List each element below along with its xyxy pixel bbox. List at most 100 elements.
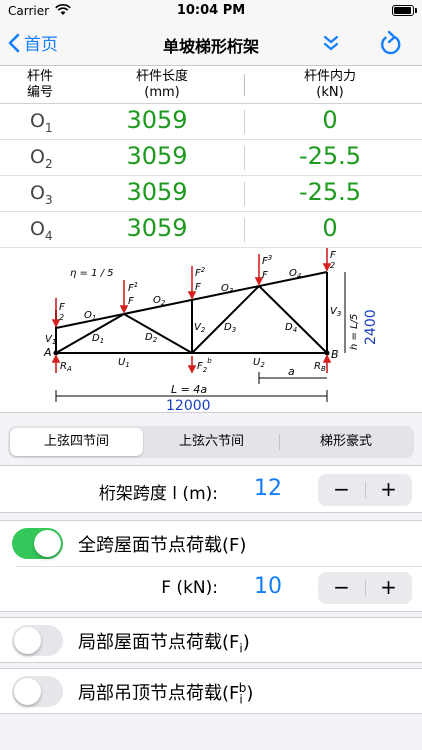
truss-member-d4 [258,285,328,354]
label-text: ) [246,683,254,704]
load-label-f-half-right-den: 2 [330,261,335,270]
load-label-f-half-left-den: 2 [59,313,64,322]
member-label-v3: V3 [330,306,341,318]
header-text: (mm) [144,85,180,100]
page-title: 单坡梯形桁架 [162,37,259,56]
partial-ceiling-load-label: 局部吊顶节点荷载(Fib) [78,679,253,707]
member-label-d3: D3 [224,322,236,334]
refresh-button[interactable] [378,30,404,62]
truss-diagram: η = 1 / 5 O1 O2 O3 O4 D1 D2 D3 D4 V1 V2 … [0,248,422,414]
header-text: (kN) [316,85,344,100]
toggle-knob [14,678,41,705]
full-load-label: 全跨屋面节点荷载(F) [78,535,247,556]
header-text: 杆件 [26,69,53,84]
truss-member-d3 [191,285,260,354]
member-force: 0 [322,106,338,134]
height-value-label: 2400 [363,309,379,345]
force-decrement-button[interactable]: − [318,572,365,604]
span-stepper: − + [318,474,412,506]
label-text: 局部吊顶节点荷载(F [78,683,240,704]
toggle-knob [34,530,61,557]
segment-upper-six-panel[interactable]: 上弦六节间 [145,428,278,456]
load-label-f2: F2 [195,266,206,279]
span-decrement-button[interactable]: − [318,474,365,506]
nav-bar: 首页 单坡梯形桁架 [0,22,422,66]
member-label-o2: O2 [153,295,166,307]
member-subscript: 2 [44,156,53,171]
member-label-o4: O4 [289,268,301,280]
span-value: 12 [254,476,282,501]
span-input-row: 桁架跨度 l (m): 12 − + [0,465,422,513]
partial-roof-load-label: 局部屋面节点荷载(Fi) [78,628,250,656]
load-label-f-node3: F [195,282,201,293]
member-length: 3059 [126,178,188,206]
member-id: O1 [30,110,53,135]
partial-ceiling-load-toggle[interactable] [12,676,63,707]
reaction-label-a: RA [60,361,72,373]
full-load-group: 全跨屋面节点荷载(F) F (kN): 10 − + [0,520,422,612]
member-label-u2: U2 [253,357,265,369]
load-label-f-node2: F [128,296,134,307]
segment-upper-four-panel[interactable]: 上弦四节间 [10,428,143,456]
member-label-d1: D1 [92,333,104,345]
member-id: O4 [30,218,53,243]
battery-tip [415,8,417,13]
row-divider [16,566,422,567]
member-force: -25.5 [298,142,362,170]
column-divider [244,146,245,170]
double-chevron-down-icon [323,35,339,51]
truss-member-d2 [123,313,193,354]
member-length: 3059 [126,142,188,170]
span-formula-label: L = 4a [171,383,207,396]
member-subscript: 3 [44,192,53,207]
member-label-d4: D4 [285,322,297,334]
eta-label: η = 1 / 5 [70,268,114,279]
column-divider [244,74,245,96]
span-label: 桁架跨度 l (m): [98,484,218,504]
segment-trapezoid-howe[interactable]: 梯形豪式 [280,428,412,456]
column-header-force: 杆件内力 (kN) [255,69,405,101]
node-label-a: A [43,346,52,359]
member-label-o1: O1 [84,310,96,322]
member-letter: O [30,182,45,204]
force-value: 10 [254,574,282,599]
partial-roof-load-row: 局部屋面节点荷载(Fi) [0,617,422,663]
member-force: 0 [322,214,338,242]
member-label-v2: V2 [194,322,206,334]
refresh-icon [381,30,401,55]
header-text: 杆件长度 [135,69,188,84]
load-label-f-half-right: F [330,250,336,261]
member-label-v1: V1 [45,334,56,346]
collapse-button[interactable] [322,34,340,56]
member-force: -25.5 [298,178,362,206]
column-divider [244,110,245,134]
header-text: 杆件内力 [303,69,356,84]
header-text: 编号 [26,85,53,100]
clock: 10:04 PM [176,3,246,18]
battery-icon [392,5,414,16]
load-label-f-node4: F [262,270,268,281]
toggle-knob [14,627,41,654]
span-increment-button[interactable]: + [365,474,412,506]
member-length: 3059 [126,106,188,134]
member-length: 3059 [126,214,188,242]
member-id: O2 [30,146,53,171]
label-text: ) [242,632,250,653]
member-letter: O [30,110,45,132]
full-load-toggle[interactable] [12,528,63,559]
partial-ceiling-load-row: 局部吊顶节点荷载(Fib) [0,668,422,714]
member-id: O3 [30,182,53,207]
force-label: F (kN): [161,578,218,598]
table-row: O1 3059 0 [0,104,422,140]
member-subscript: 4 [44,228,53,243]
node-label-b: B [331,348,339,361]
table-row: O3 3059 -25.5 [0,176,422,212]
force-increment-button[interactable]: + [365,572,412,604]
partial-roof-load-toggle[interactable] [12,625,63,656]
table-row: O2 3059 -25.5 [0,140,422,176]
truss-diagram-svg: η = 1 / 5 O1 O2 O3 O4 D1 D2 D3 D4 V1 V2 … [43,248,379,414]
results-table-header: 杆件 编号 杆件长度 (mm) 杆件内力 (kN) [0,66,422,104]
member-subscript: 1 [44,120,53,135]
force-stepper: − + [318,572,412,604]
member-letter: O [30,218,45,240]
